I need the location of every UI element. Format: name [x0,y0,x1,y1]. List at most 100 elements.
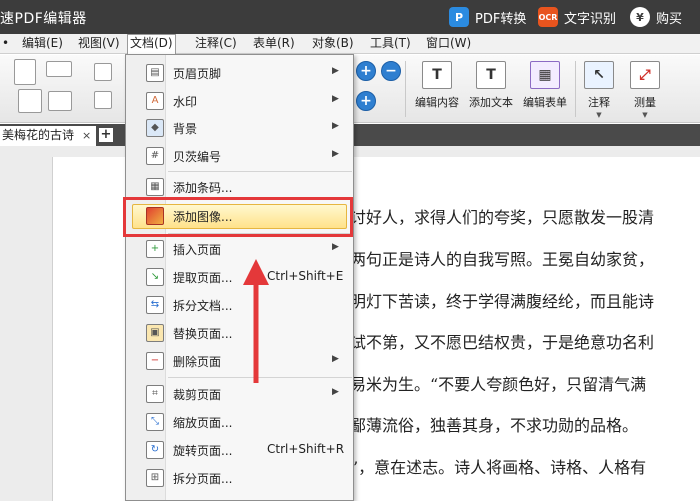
menu-item-background[interactable]: ◆ 背景 ▶ [126,116,353,140]
menu-view[interactable]: 视图(V) [76,34,122,54]
submenu-arrow-icon: ▶ [332,94,339,104]
title-bar: 速PDF编辑器 P PDF转换 OCR 文字识别 ¥ 购买 [0,0,700,34]
menu-item-shortcut: Ctrl+Shift+E [267,269,344,283]
back-icon[interactable] [94,63,112,81]
submenu-arrow-icon: ▶ [332,387,339,397]
menu-tools[interactable]: 工具(T) [368,34,413,54]
pdf-convert-label: PDF转换 [475,11,527,27]
rotate-page-icon: ↻ [146,441,164,459]
insert-page-icon: + [146,240,164,258]
menu-bar: • 编辑(E) 视图(V) 文档(D) 注释(C) 表单(R) 对象(B) 工具… [0,34,700,54]
menu-window[interactable]: 窗口(W) [424,34,473,54]
zoom-out-icon[interactable]: − [381,61,401,81]
menu-item-label: 水印 [173,95,198,109]
crop-page-icon: ⌗ [146,385,164,403]
annotate-caret-icon: ▼ [596,111,602,119]
measure-caret-icon: ▼ [642,111,648,119]
document-line: 鄙薄流俗，独善其身，不求功勋的品格。 [350,416,639,435]
pdf-convert-button[interactable]: P PDF转换 [449,6,526,28]
ocr-button[interactable]: OCR 文字识别 [538,6,616,28]
zoom-in-icon[interactable]: + [356,61,376,81]
menu-edit-partial[interactable]: • [0,34,11,54]
scale-page-icon: ⤡ [146,413,164,431]
annotate-icon: ↖ [584,61,614,89]
toolbar-separator [405,61,406,117]
submenu-arrow-icon: ▶ [332,149,339,159]
split-document-icon: ⇆ [146,296,164,314]
menu-item-watermark[interactable]: A 水印 ▶ [126,89,353,113]
menu-item-crop-page[interactable]: ⌗ 裁剪页面 ▶ [126,382,353,406]
menu-item-header-footer[interactable]: ▤ 页眉页脚 ▶ [126,61,353,85]
edit-form-icon: ▦ [530,61,560,89]
split-page-icon: ⊞ [146,469,164,487]
menu-item-label: 裁剪页面 [173,388,222,402]
menu-item-bates-number[interactable]: # 贝茨编号 ▶ [126,144,353,168]
add-text-icon: T [476,61,506,89]
email-icon[interactable] [48,91,72,111]
menu-edit[interactable]: 编辑(E) [20,34,65,54]
menu-object[interactable]: 对象(B) [310,34,356,54]
menu-item-label: 添加条码... [173,181,233,195]
submenu-arrow-icon: ▶ [332,354,339,364]
watermark-icon: A [146,92,164,110]
edit-form-label: 编辑表单 [523,96,567,109]
buy-label: 购买 [656,11,683,27]
document-line: ”，意在述志。诗人将画格、诗格、人格有 [350,458,647,477]
menu-item-shortcut: Ctrl+Shift+R [267,442,345,456]
print-icon[interactable] [18,89,42,113]
menu-separator [168,171,352,172]
document-line: 两句正是诗人的自我写照。王冕自幼家贫， [350,250,655,269]
add-text-label: 添加文本 [469,96,513,109]
edit-content-icon: T [422,61,452,89]
menu-item-label: 页眉页脚 [173,67,222,81]
annotate-button[interactable]: ↖ 注释 ▼ [580,59,618,119]
submenu-arrow-icon: ▶ [332,66,339,76]
ocr-icon: OCR [538,7,558,27]
measure-label: 测量 [634,96,656,109]
menu-item-scale-page[interactable]: ⤡ 缩放页面... [126,410,353,434]
forward-icon[interactable] [94,91,112,109]
toolbar-separator [575,61,576,117]
annotation-arrow-icon [243,259,269,383]
add-tab-button[interactable]: + [99,128,113,142]
menu-document[interactable]: 文档(D) [127,34,176,54]
menu-comment[interactable]: 注释(C) [193,34,239,54]
menu-item-label: 拆分页面... [173,472,233,486]
scanner-icon[interactable] [46,61,72,77]
menu-item-label: 替换页面... [173,327,233,341]
document-tab[interactable]: 美梅花的古诗 × [0,126,96,146]
measure-icon: ⤢ [630,61,660,89]
document-line: 试不第，又不愿巴结权贵，于是绝意功名利 [350,333,655,352]
menu-item-label: 拆分文档... [173,299,233,313]
measure-button[interactable]: ⤢ 测量 ▼ [626,59,664,119]
add-text-button[interactable]: T 添加文本 [466,59,516,119]
highlight-annotation-box [123,197,353,237]
document-tab-title: 美梅花的古诗 [2,128,75,142]
app-title: 速PDF编辑器 [0,11,87,27]
document-line: 明灯下苦读，终于学得满腹经纶，而且能诗 [350,292,655,311]
document-line: 易米为生。“不要人夸颜色好，只留清气满 [350,375,647,394]
submenu-arrow-icon: ▶ [332,242,339,252]
page-icon[interactable] [14,59,36,85]
annotate-label: 注释 [588,96,610,109]
menu-item-label: 缩放页面... [173,416,233,430]
delete-page-icon: − [146,352,164,370]
menu-item-label: 插入页面 [173,243,222,257]
zoom-fit-icon[interactable]: + [356,91,376,111]
extract-page-icon: ↘ [146,268,164,286]
barcode-icon: ▦ [146,178,164,196]
yen-icon: ¥ [630,7,650,27]
edit-content-label: 编辑内容 [415,96,459,109]
buy-button[interactable]: ¥ 购买 [630,6,682,28]
edit-form-button[interactable]: ▦ 编辑表单 [520,59,570,119]
close-icon[interactable]: × [82,126,91,145]
replace-page-icon: ▣ [146,324,164,342]
menu-item-split-page[interactable]: ⊞ 拆分页面... [126,466,353,490]
edit-content-button[interactable]: T 编辑内容 [412,59,462,119]
menu-form[interactable]: 表单(R) [251,34,297,54]
menu-item-add-barcode[interactable]: ▦ 添加条码... [126,175,353,199]
background-icon: ◆ [146,119,164,137]
menu-item-rotate-page[interactable]: ↻ 旋转页面... Ctrl+Shift+R [126,438,353,462]
menu-item-label: 背景 [173,122,198,136]
bates-number-icon: # [146,147,164,165]
